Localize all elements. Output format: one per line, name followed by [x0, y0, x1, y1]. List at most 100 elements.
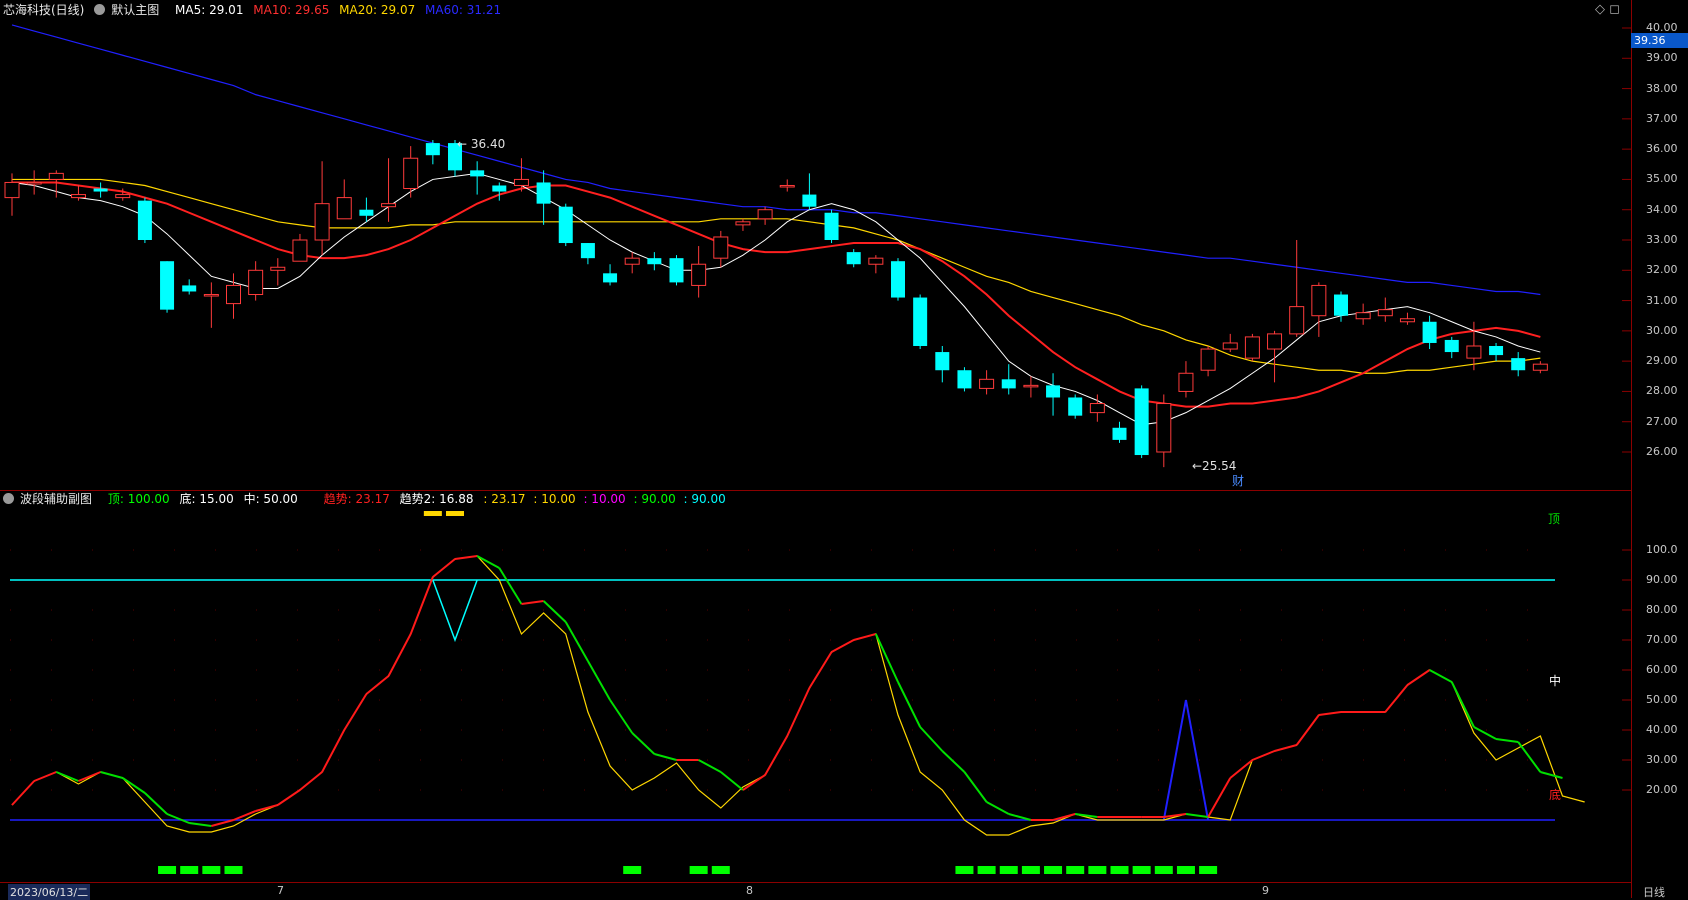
candle-body-up	[779, 184, 795, 188]
indicator-tick-label: 60.00	[1646, 663, 1678, 676]
bottom-signal-bar	[224, 866, 243, 874]
price-tick-label: 35.00	[1646, 172, 1678, 186]
candle-body-down	[1444, 339, 1459, 353]
candle-body-down	[603, 273, 618, 283]
candle-body-up	[1267, 333, 1283, 350]
candle-body-down	[891, 261, 905, 298]
blue-spike-line	[1162, 699, 1210, 821]
candle-body-up	[691, 263, 707, 286]
candle-body-up	[1222, 342, 1238, 350]
trend-line-segment	[299, 771, 323, 791]
indicator-tick-label: 30.00	[1646, 753, 1678, 766]
indicator-tick-label: 100.0	[1646, 543, 1678, 556]
candle-body-down	[182, 285, 197, 292]
candle-body-up	[1178, 372, 1194, 392]
candle-body-up	[1200, 348, 1216, 371]
candle-body-up	[1289, 306, 1305, 335]
price-tick-label: 28.00	[1646, 384, 1678, 398]
last-price-tag: 39.36	[1631, 33, 1688, 48]
candle-body-up	[624, 257, 640, 265]
candle-body-down	[160, 261, 175, 310]
candle-body-up	[1311, 284, 1327, 317]
price-tick-label: 32.00	[1646, 263, 1678, 277]
month-label-9: 9	[1262, 884, 1269, 897]
bottom-signal-bar	[1154, 866, 1173, 874]
trend-line-segment	[1406, 669, 1431, 686]
bottom-signal-bar	[999, 866, 1018, 874]
price-tick-label: 29.00	[1646, 354, 1678, 368]
trend-line-segment	[564, 621, 589, 662]
bottom-signal-bar	[202, 866, 221, 874]
candle-body-down	[536, 182, 551, 204]
candle-body-up	[1089, 403, 1105, 414]
trend-line-segment	[432, 558, 456, 578]
bottom-signal-bar	[955, 866, 974, 874]
candle-body-up	[336, 197, 352, 220]
cycle-bottom-label: 底	[1549, 788, 1562, 802]
candle-body-up	[203, 294, 219, 297]
low-price-label: ←25.54	[1192, 459, 1237, 473]
candle-body-up	[314, 203, 330, 241]
trend-line-segment	[33, 771, 57, 782]
candle-body-down	[492, 185, 507, 192]
trend-line-segment	[808, 651, 833, 689]
chart-canvas[interactable]	[0, 0, 1632, 898]
top-signal-marker	[423, 511, 442, 516]
candle-body-up	[226, 284, 241, 305]
indicator-tick-label: 50.00	[1646, 693, 1678, 706]
trend-line-segment	[476, 555, 500, 569]
trend-line-segment	[764, 735, 789, 776]
candle-body-up	[248, 269, 264, 296]
candle-body-up	[1377, 309, 1393, 317]
month-label-7: 7	[277, 884, 284, 897]
trend-line-segment	[609, 699, 634, 734]
bottom-signal-bar	[1066, 866, 1085, 874]
trend-line-segment	[786, 687, 811, 737]
candle-body-down	[558, 206, 573, 244]
trend-line-segment	[1274, 744, 1297, 752]
trend-line-segment	[742, 774, 766, 791]
candle-body-up	[1466, 345, 1482, 359]
trend-line-segment	[189, 822, 212, 827]
trend-line-segment	[1207, 777, 1232, 818]
candle-body-up	[115, 194, 131, 199]
trend-line-segment	[941, 750, 966, 773]
trend-line-segment	[55, 771, 79, 782]
candle-body-up	[979, 378, 995, 389]
trend-line-segment	[1517, 741, 1542, 773]
finance-marker[interactable]: 财	[1232, 472, 1244, 489]
trend-line-segment	[321, 729, 346, 773]
bottom-signal-bar	[1088, 866, 1107, 874]
candle-body-up	[1023, 384, 1039, 388]
bottom-signal-bar	[1199, 866, 1218, 874]
candle-body-up	[4, 181, 20, 199]
price-tick-label: 31.00	[1646, 293, 1678, 307]
candle-body-down	[1422, 321, 1437, 343]
price-tick-label: 26.00	[1646, 445, 1678, 458]
trend-line-segment	[100, 771, 124, 779]
candle-body-up	[868, 257, 884, 265]
trend-line-segment	[1185, 813, 1209, 818]
price-tick-label: 33.00	[1646, 233, 1678, 246]
trend-line-segment	[631, 732, 656, 755]
trend-line-segment	[831, 639, 855, 653]
candle-body-down	[913, 297, 928, 346]
trend-line-segment	[1429, 669, 1453, 683]
trend-line-segment	[409, 576, 434, 635]
candle-body-down	[1134, 388, 1149, 456]
trend-line-segment	[387, 633, 412, 677]
bottom-signal-bar	[623, 866, 642, 874]
price-tick-label: 30.00	[1646, 323, 1678, 337]
candle-body-up	[1399, 318, 1415, 323]
trend-line-segment	[454, 555, 478, 560]
price-tick-label: 37.00	[1646, 111, 1678, 125]
candle-body-down	[425, 143, 440, 156]
indicator-tick-label: 80.00	[1646, 603, 1678, 616]
candle-body-up	[292, 239, 308, 262]
candle-body-down	[1068, 397, 1083, 416]
candle-body-down	[1489, 346, 1504, 356]
ma60-line	[11, 24, 1541, 296]
bottom-signal-bar	[1044, 866, 1063, 874]
bottom-signal-bar	[158, 866, 177, 874]
trend-line-segment	[698, 759, 722, 773]
